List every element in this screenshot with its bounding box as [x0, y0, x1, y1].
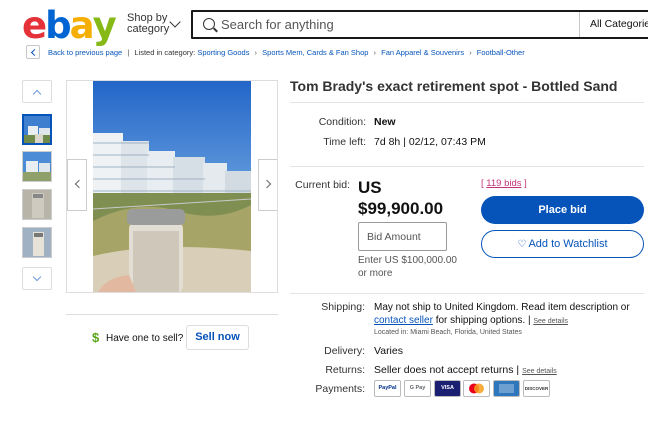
search-bar: All Categories: [191, 10, 648, 39]
chevron-left-icon: [74, 179, 84, 189]
divider: [290, 293, 644, 294]
category-select[interactable]: All Categories: [579, 12, 648, 37]
search-input[interactable]: [221, 15, 561, 34]
thumbnail-image: [23, 228, 51, 257]
search-icon: [203, 18, 215, 30]
condition-label: Condition:: [318, 116, 366, 128]
ebay-logo[interactable]: ebay: [22, 4, 117, 47]
shipping-text-2: for shipping options. |: [432, 315, 534, 326]
thumbnail-3[interactable]: [22, 189, 52, 220]
sell-now-button[interactable]: Sell now: [186, 325, 249, 350]
breadcrumb-chevron-icon: ›: [254, 48, 258, 57]
bids-close-bracket: ]: [521, 178, 527, 189]
shipping-text: May not ship to United Kingdom. Read ite…: [374, 302, 630, 313]
condition-value: New: [374, 116, 396, 128]
bid-amount-input[interactable]: [358, 222, 447, 251]
thumbnail-2[interactable]: [22, 151, 52, 182]
time-left-label: Time left:: [323, 136, 366, 148]
mastercard-logo: [469, 383, 484, 394]
logo-letter-e: e: [22, 4, 47, 47]
returns-see-details-link[interactable]: See details: [522, 368, 557, 375]
paypal-icon: PayPal: [374, 380, 401, 397]
thumbnail-image: [23, 152, 51, 181]
breadcrumb: Back to previous page | Listed in catego…: [48, 48, 525, 57]
bid-count: [ 119 bids ]: [481, 178, 527, 189]
thumbnail-image: [23, 190, 51, 219]
current-bid-label: Current bid:: [295, 179, 350, 191]
watchlist-label: Add to Watchlist: [528, 238, 608, 250]
breadcrumb-item-sports-mem[interactable]: Sports Mem, Cards & Fan Shop: [262, 48, 368, 57]
add-to-watchlist-button[interactable]: ♡ Add to Watchlist: [481, 230, 644, 258]
divider: [290, 102, 644, 103]
returns-value: Seller does not accept returns | See det…: [374, 364, 557, 376]
main-product-image[interactable]: [66, 80, 278, 293]
back-to-previous-link[interactable]: Back to previous page: [48, 48, 122, 57]
chevron-down-icon: [169, 16, 181, 28]
product-photo: [67, 81, 277, 292]
logo-letter-a: a: [69, 4, 95, 47]
google-pay-icon: G Pay: [404, 380, 431, 397]
shipping-see-details-link[interactable]: See details: [533, 318, 568, 325]
dollar-icon: $: [92, 330, 100, 345]
payments-label: Payments:: [315, 383, 365, 395]
listed-in-label: Listed in category:: [134, 48, 196, 57]
visa-icon: VISA: [434, 380, 461, 397]
logo-letter-y: y: [92, 4, 117, 47]
bid-hint: Enter US $100,000.00 or more: [358, 255, 457, 279]
logo-letter-b: b: [45, 4, 71, 47]
shipping-info: May not ship to United Kingdom. Read ite…: [374, 301, 644, 328]
divider: [290, 166, 644, 167]
returns-label: Returns:: [325, 364, 365, 376]
heart-icon: ♡: [517, 239, 527, 250]
current-bid-amount: $99,900.00: [358, 199, 444, 218]
breadcrumb-item-fan-apparel[interactable]: Fan Apparel & Souvenirs: [381, 48, 464, 57]
breadcrumb-item-football-other[interactable]: Football-Other: [477, 48, 525, 57]
breadcrumb-divider: |: [127, 48, 130, 57]
divider: [66, 314, 278, 315]
shipping-label: Shipping:: [321, 301, 365, 313]
thumbnail-image: [24, 116, 50, 143]
shop-by-category-button[interactable]: Shop by category: [127, 13, 181, 35]
chevron-up-icon: [32, 89, 42, 99]
breadcrumb-item-sporting-goods[interactable]: Sporting Goods: [197, 48, 249, 57]
shop-by-line2: category: [127, 23, 170, 35]
amex-logo: [499, 384, 514, 393]
delivery-label: Delivery:: [324, 345, 365, 357]
have-one-to-sell-text: Have one to sell?: [106, 333, 184, 344]
place-bid-button[interactable]: Place bid: [481, 196, 644, 224]
chevron-right-icon: [262, 179, 272, 189]
mastercard-icon: [463, 380, 490, 397]
chevron-down-icon: [32, 272, 42, 282]
breadcrumb-chevron-icon: ›: [469, 48, 472, 57]
bids-link[interactable]: 119 bids: [486, 178, 521, 189]
thumbnails-up-button[interactable]: [22, 80, 52, 103]
thumbnail-4[interactable]: [22, 227, 52, 258]
delivery-value: Varies: [374, 345, 403, 357]
thumbnails-down-button[interactable]: [22, 267, 52, 290]
amex-icon: [493, 380, 520, 397]
back-arrow-icon[interactable]: [26, 45, 40, 59]
discover-icon: DISCOVER: [523, 380, 550, 397]
image-next-button[interactable]: [258, 159, 277, 211]
thumbnail-1[interactable]: [22, 114, 52, 145]
contact-seller-link[interactable]: contact seller: [374, 315, 433, 326]
time-left-value: 7d 8h | 02/12, 07:43 PM: [374, 136, 486, 148]
image-prev-button[interactable]: [67, 159, 87, 211]
returns-text: Seller does not accept returns |: [374, 364, 523, 376]
item-title: Tom Brady's exact retirement spot - Bott…: [290, 78, 618, 94]
item-location: Located in: Miami Beach, Florida, United…: [374, 329, 522, 336]
bid-currency: US: [358, 178, 382, 197]
breadcrumb-chevron-icon: ›: [373, 48, 377, 57]
